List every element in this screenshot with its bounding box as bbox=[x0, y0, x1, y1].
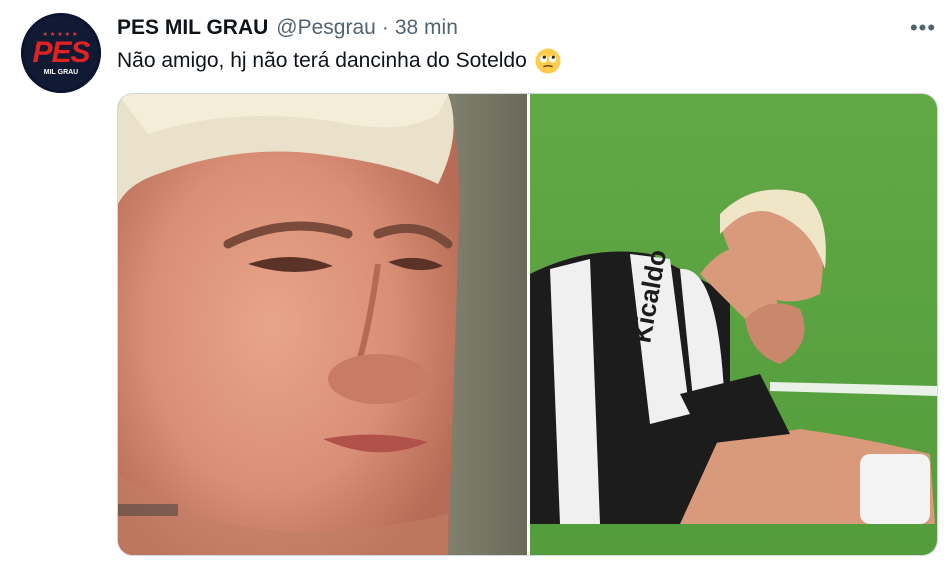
more-options-button[interactable]: ••• bbox=[905, 14, 941, 42]
tweet-text: Não amigo, hj não terá dancinha do Sotel… bbox=[117, 47, 561, 75]
rolling-eyes-emoji-icon bbox=[535, 48, 561, 74]
author-name[interactable]: PES MIL GRAU bbox=[117, 16, 268, 40]
tweet-header: PES MIL GRAU @Pesgrau · 38 min bbox=[117, 14, 458, 42]
tweet-timestamp[interactable]: 38 min bbox=[395, 16, 458, 40]
media-photo-kneeling[interactable]: Kicaldo bbox=[530, 94, 937, 555]
avatar-sub-text: MIL GRAU bbox=[43, 69, 79, 76]
avatar-logo-text: PES bbox=[32, 36, 90, 69]
media-photo-closeup[interactable] bbox=[118, 94, 527, 555]
header-separator: · bbox=[381, 16, 389, 39]
author-handle[interactable]: @Pesgrau bbox=[276, 16, 376, 40]
tweet-text-content: Não amigo, hj não terá dancinha do Sotel… bbox=[117, 49, 527, 72]
author-avatar[interactable]: ★★★★★ PES MIL GRAU bbox=[21, 13, 101, 93]
tweet-media-grid: Kicaldo bbox=[117, 93, 938, 556]
